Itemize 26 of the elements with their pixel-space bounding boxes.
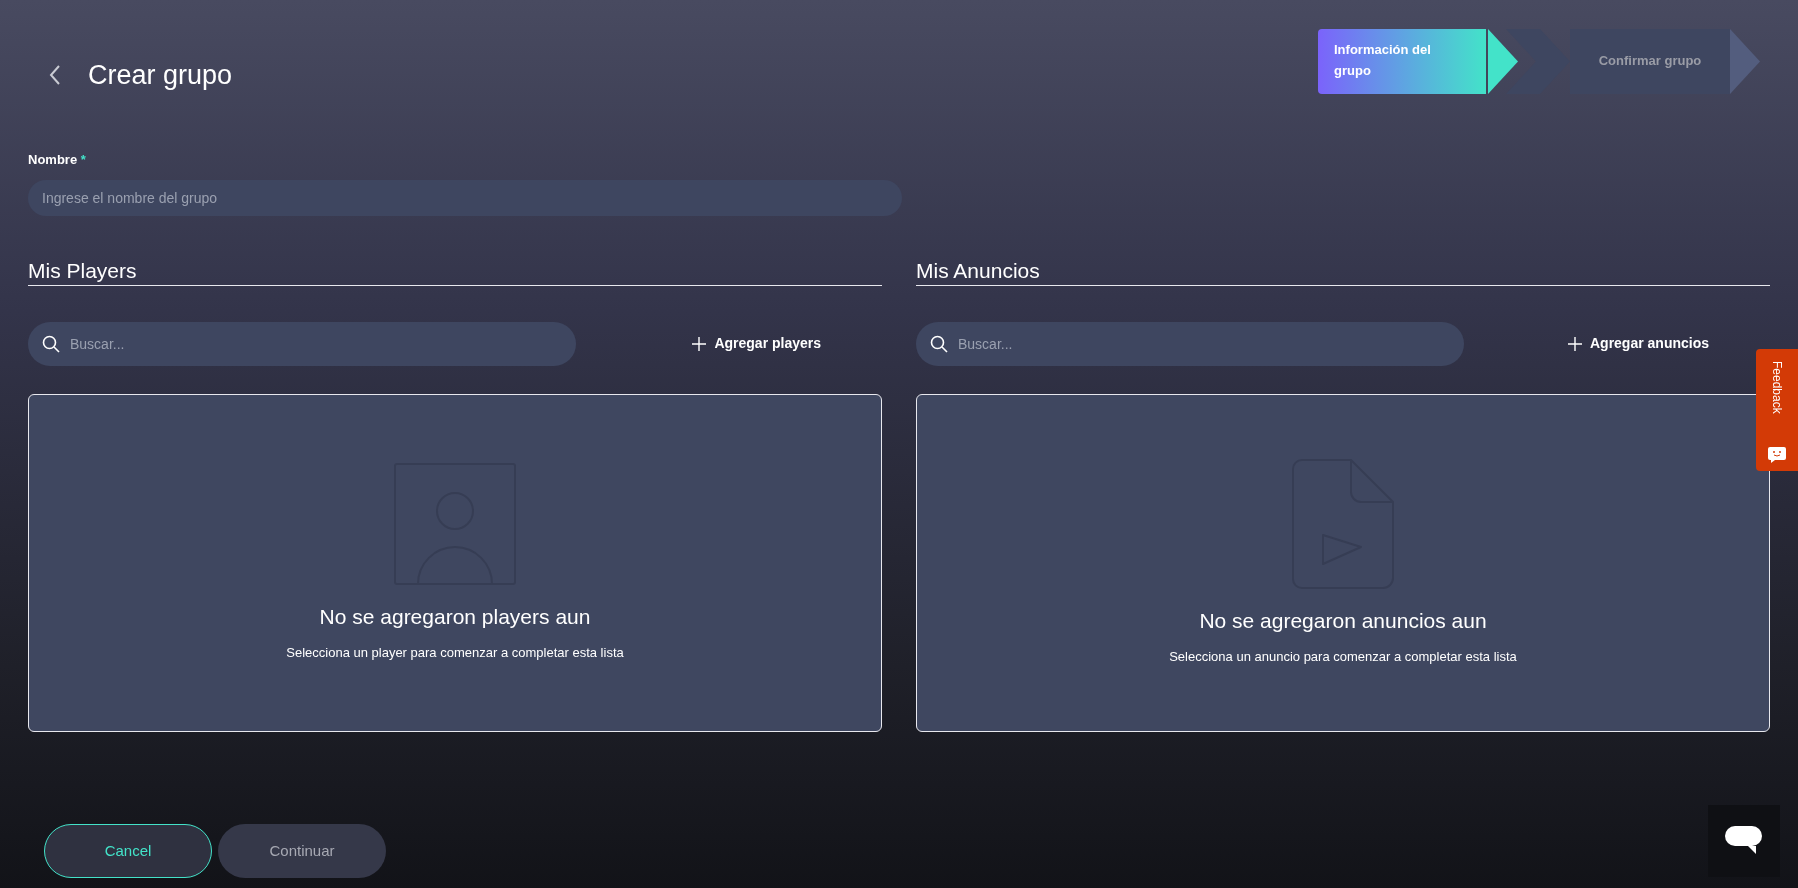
plus-icon	[1567, 336, 1582, 351]
empty-title: No se agregaron anuncios aun	[1199, 608, 1487, 635]
step-arrow	[1730, 28, 1760, 94]
continue-button[interactable]: Continuar	[218, 824, 386, 878]
plus-icon	[692, 336, 707, 351]
field-label: Nombre *	[28, 151, 87, 169]
search-field[interactable]: Buscar...	[916, 321, 1464, 366]
page-title: Crear grupo	[88, 58, 233, 92]
add-button[interactable]: Agregar players	[686, 332, 827, 356]
chevron-left-icon	[48, 64, 62, 86]
feedback-tab[interactable]: Feedback	[1756, 349, 1798, 471]
chat-bubble-icon	[1725, 826, 1763, 856]
section-heading: Mis Players	[28, 257, 882, 286]
add-button[interactable]: Agregar anuncios	[1561, 332, 1715, 356]
step-tab[interactable]: Información del grupo	[1318, 28, 1486, 94]
cancel-button[interactable]: Cancel	[44, 824, 212, 878]
empty-title: No se agregaron players aun	[319, 604, 591, 631]
section-heading: Mis Anuncios	[916, 257, 1770, 286]
empty-description: Selecciona un anuncio para comenzar a completar esta lista	[1169, 647, 1517, 666]
search-field[interactable]: Buscar...	[28, 321, 576, 366]
step-pointer	[1488, 28, 1518, 94]
empty-description: Selecciona un player para comenzar a completar esta lista	[286, 643, 624, 662]
name-input-field[interactable]: Ingrese el nombre del grupo	[28, 179, 902, 216]
chat-button[interactable]	[1708, 805, 1780, 877]
smiley-chat-icon	[1768, 447, 1786, 463]
step-arrow	[1506, 28, 1570, 94]
